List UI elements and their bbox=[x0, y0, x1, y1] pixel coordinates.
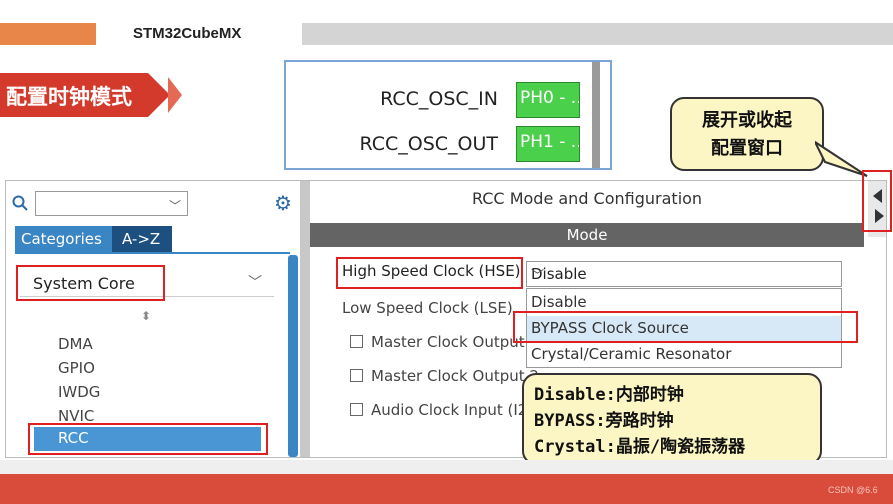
checkbox-label: Audio Clock Input (I2S bbox=[371, 401, 537, 419]
highlight-box-hse bbox=[336, 257, 523, 289]
note-line: Crystal:晶振/陶瓷振荡器 bbox=[534, 437, 746, 457]
chevron-down-icon[interactable]: ﹀ bbox=[248, 272, 262, 292]
clock-source-notes-callout: Disable:内部时钟 BYPASS:旁路时钟 Crystal:晶振/陶瓷振荡… bbox=[522, 373, 822, 465]
list-item-gpio[interactable]: GPIO bbox=[58, 359, 95, 377]
panel-splitter[interactable] bbox=[300, 181, 310, 457]
tab-underline bbox=[15, 252, 290, 254]
search-icon[interactable] bbox=[12, 195, 28, 211]
watermark: CSDN @6.6 bbox=[828, 485, 878, 495]
pin-chip-ph0[interactable]: PH0 - .. bbox=[516, 82, 580, 118]
chevron-down-icon[interactable]: ﹀ bbox=[531, 265, 833, 284]
chip-edge bbox=[592, 62, 600, 168]
header-gray-bar bbox=[302, 23, 893, 45]
pin-label-osc-out: RCC_OSC_OUT bbox=[359, 133, 498, 155]
search-input[interactable]: ﹀ bbox=[35, 191, 188, 216]
checkbox-audio-clock-input[interactable]: Audio Clock Input (I2S bbox=[350, 401, 537, 419]
tab-a-z[interactable]: A->Z bbox=[112, 226, 172, 252]
list-item-iwdg[interactable]: IWDG bbox=[58, 383, 100, 401]
list-item-dma[interactable]: DMA bbox=[58, 335, 93, 353]
note-line: BYPASS:旁路时钟 bbox=[534, 411, 674, 431]
pinout-view: RCC_OSC_IN PH0 - .. RCC_OSC_OUT PH1 - .. bbox=[284, 60, 612, 170]
pin-label-osc-in: RCC_OSC_IN bbox=[380, 88, 498, 110]
gear-icon[interactable]: ⚙ bbox=[274, 191, 292, 216]
chevron-down-icon[interactable]: ﹀ bbox=[169, 197, 181, 214]
highlight-box-category bbox=[16, 265, 165, 301]
tab-categories[interactable]: Categories bbox=[15, 226, 112, 252]
chevron-right-icon bbox=[168, 77, 182, 113]
categories-panel: ﹀ ⚙ Categories A->Z System Core ﹀ ⬍ DMA … bbox=[6, 181, 304, 457]
callout-line: 配置窗口 bbox=[711, 138, 783, 159]
section-banner: 配置时钟模式 bbox=[0, 73, 182, 117]
hse-select[interactable]: Disable ﹀ bbox=[526, 261, 842, 287]
checkbox-box[interactable] bbox=[350, 335, 363, 348]
sort-icon[interactable]: ⬍ bbox=[141, 309, 151, 323]
footer-bar bbox=[0, 474, 893, 504]
checkbox-label: Master Clock Output 2 bbox=[371, 367, 539, 385]
callout-line: 展开或收起 bbox=[702, 110, 792, 131]
checkbox-box[interactable] bbox=[350, 403, 363, 416]
highlight-box-bypass bbox=[513, 311, 858, 343]
collapse-note-callout: 展开或收起 配置窗口 bbox=[670, 97, 824, 171]
highlight-box-collapse bbox=[862, 170, 892, 232]
pin-chip-ph1[interactable]: PH1 - .. bbox=[516, 126, 580, 162]
checkbox-master-clock-output-2[interactable]: Master Clock Output 2 bbox=[350, 367, 539, 385]
mode-header: Mode bbox=[310, 223, 864, 247]
header-accent-bar bbox=[0, 23, 96, 45]
checkbox-label: Master Clock Output bbox=[371, 333, 525, 351]
checkbox-box[interactable] bbox=[350, 369, 363, 382]
lse-label: Low Speed Clock (LSE) bbox=[342, 299, 513, 317]
highlight-box-rcc bbox=[28, 423, 268, 455]
footer-strip bbox=[0, 460, 893, 474]
section-title: 配置时钟模式 bbox=[6, 85, 132, 109]
app-title: STM32CubeMX bbox=[133, 25, 242, 42]
dropdown-option-crystal[interactable]: Crystal/Ceramic Resonator bbox=[527, 342, 841, 367]
scrollbar[interactable] bbox=[288, 255, 298, 457]
note-line: Disable:内部时钟 bbox=[534, 385, 684, 405]
panel-title: RCC Mode and Configuration bbox=[471, 189, 703, 208]
checkbox-master-clock-output[interactable]: Master Clock Output bbox=[350, 333, 525, 351]
